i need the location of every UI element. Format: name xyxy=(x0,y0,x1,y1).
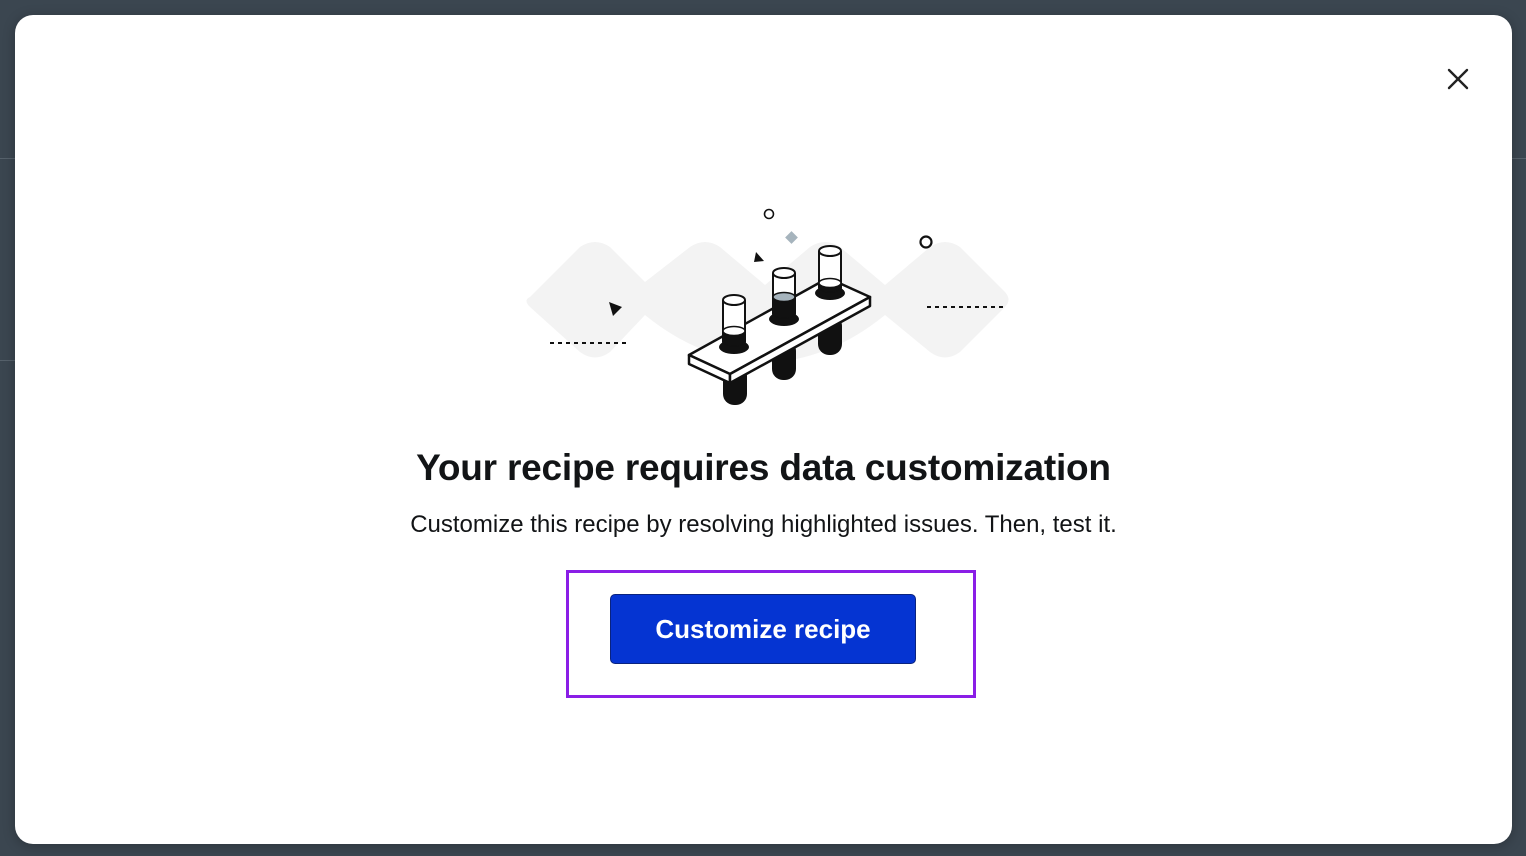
background-divider xyxy=(0,360,15,361)
modal-subtitle: Customize this recipe by resolving highl… xyxy=(410,511,1117,538)
customization-modal: Your recipe requires data customization … xyxy=(15,15,1512,844)
background-divider xyxy=(0,158,15,159)
background-divider xyxy=(1512,158,1526,159)
close-icon xyxy=(1447,68,1469,90)
modal-title: Your recipe requires data customization xyxy=(416,447,1111,488)
test-tubes-illustration xyxy=(526,208,1009,405)
close-button[interactable] xyxy=(1444,65,1472,93)
customize-recipe-button[interactable]: Customize recipe xyxy=(610,594,916,664)
